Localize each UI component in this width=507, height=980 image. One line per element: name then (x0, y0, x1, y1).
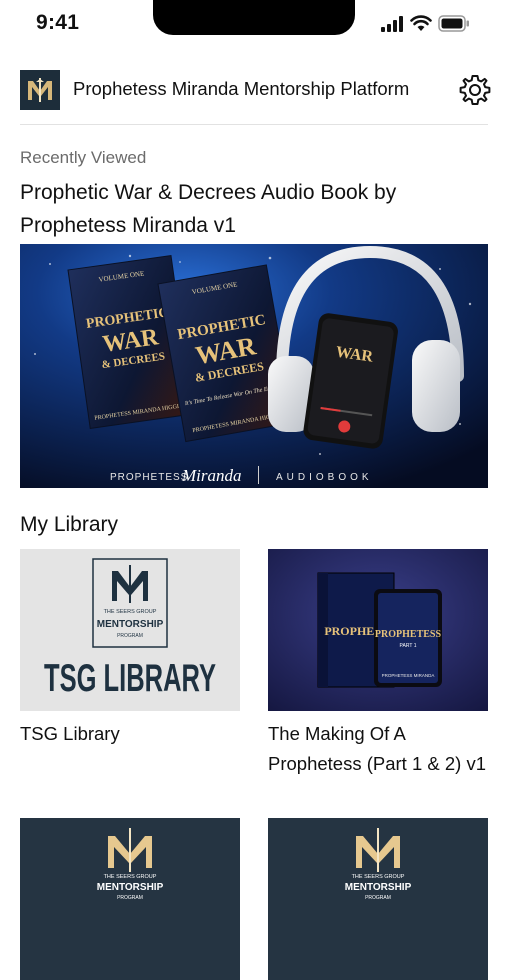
recent-item-title[interactable]: Prophetic War & Decrees Audio Book by Pr… (20, 176, 490, 242)
logo-mark-icon (28, 78, 52, 102)
svg-text:PROGRAM: PROGRAM (365, 895, 391, 901)
battery-icon (438, 15, 469, 32)
tsg-library-image: THE SEERS GROUP MENTORSHIP PROGRAM TSG L… (20, 549, 240, 711)
app-header: Prophetess Miranda Mentorship Platform (0, 62, 507, 118)
svg-text:THE SEERS GROUP: THE SEERS GROUP (104, 874, 157, 880)
library-card-mentorship-1[interactable]: THE SEERS GROUP MENTORSHIP PROGRAM (20, 818, 240, 980)
svg-text:Miranda: Miranda (181, 466, 242, 485)
svg-text:THE SEERS GROUP: THE SEERS GROUP (104, 609, 157, 615)
svg-text:PROGRAM: PROGRAM (117, 895, 143, 901)
svg-text:MENTORSHIP: MENTORSHIP (345, 882, 412, 893)
header-divider (20, 124, 488, 125)
mentorship-program-image: THE SEERS GROUP MENTORSHIP PROGRAM (20, 818, 240, 980)
svg-text:PROPHETESS: PROPHETESS (375, 629, 442, 640)
recently-viewed-label: Recently Viewed (20, 148, 147, 167)
library-card-title: TSG Library (20, 723, 120, 744)
library-card-thumbnail: THE SEERS GROUP MENTORSHIP PROGRAM (20, 818, 240, 980)
status-bar: 9:41 (0, 0, 507, 48)
library-card-thumbnail: THE SEERS GROUP MENTORSHIP PROGRAM (268, 818, 488, 980)
svg-text:PROPHETESS: PROPHETESS (110, 472, 188, 483)
svg-text:MENTORSHIP: MENTORSHIP (97, 619, 164, 630)
library-card-making-of-a-prophetess[interactable]: PROPHETESS PROPHETESS PART 1 PROPHETESS … (268, 549, 488, 779)
svg-text:MENTORSHIP: MENTORSHIP (97, 882, 164, 893)
page-title: Prophetess Miranda Mentorship Platform (73, 78, 410, 99)
svg-text:AUDIOBOOK: AUDIOBOOK (276, 472, 373, 483)
svg-text:THE SEERS GROUP: THE SEERS GROUP (352, 874, 405, 880)
library-card-thumbnail: THE SEERS GROUP MENTORSHIP PROGRAM TSG L… (20, 549, 240, 711)
recent-item-banner[interactable]: VOLUME ONE PROPHETIC WAR & DECREES PROPH… (20, 244, 488, 488)
audiobook-banner-image: VOLUME ONE PROPHETIC WAR & DECREES PROPH… (20, 244, 488, 488)
svg-text:TSG LIBRARY: TSG LIBRARY (44, 657, 216, 700)
wifi-icon (410, 15, 432, 31)
library-card-thumbnail: PROPHETESS PROPHETESS PART 1 PROPHETESS … (268, 549, 488, 711)
library-card-tsg[interactable]: THE SEERS GROUP MENTORSHIP PROGRAM TSG L… (20, 549, 240, 749)
mentorship-program-image: THE SEERS GROUP MENTORSHIP PROGRAM (268, 818, 488, 980)
svg-text:PROGRAM: PROGRAM (117, 633, 143, 639)
svg-text:PART 1: PART 1 (400, 643, 417, 649)
cellular-signal-icon (381, 16, 403, 32)
status-time: 9:41 (36, 11, 80, 34)
library-card-title: The Making Of A Prophetess (Part 1 & 2) … (268, 723, 486, 774)
settings-gear-icon[interactable] (458, 73, 492, 107)
my-library-heading: My Library (20, 513, 119, 536)
prophetess-book-image: PROPHETESS PROPHETESS PART 1 PROPHETESS … (268, 549, 488, 711)
svg-text:PROPHETESS MIRANDA: PROPHETESS MIRANDA (382, 673, 435, 678)
app-logo[interactable] (20, 70, 60, 110)
camera-notch (153, 0, 355, 35)
library-card-mentorship-2[interactable]: THE SEERS GROUP MENTORSHIP PROGRAM (268, 818, 488, 980)
